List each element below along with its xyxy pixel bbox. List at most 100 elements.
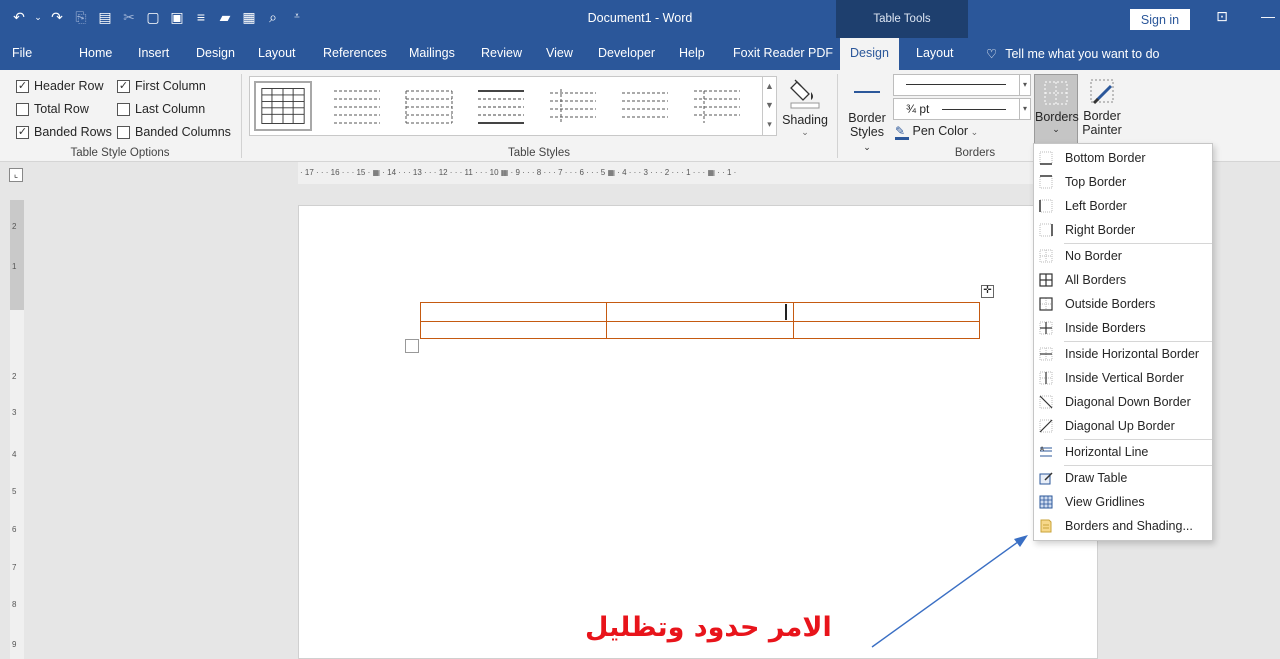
chevron-down-icon: ⌄ xyxy=(863,142,871,152)
border-painter-icon xyxy=(1090,79,1114,105)
chevron-down-icon: ▾ xyxy=(1019,75,1030,95)
borders-icon xyxy=(1044,81,1068,105)
tell-me-text: Tell me what you want to do xyxy=(1005,47,1160,61)
document-title: Document1 - Word xyxy=(587,11,693,25)
table-resize-handle[interactable] xyxy=(405,339,419,353)
line-style-dropdown[interactable]: ▾ xyxy=(893,74,1031,96)
print-layout-icon[interactable]: ▦ xyxy=(240,8,258,26)
menu-item-horizontal-line[interactable]: A Horizontal Line xyxy=(1034,440,1212,464)
table-style-column-thumb[interactable] xyxy=(544,81,602,131)
tab-layout[interactable]: Layout xyxy=(258,46,296,60)
table-move-handle-icon[interactable]: ✛ xyxy=(981,285,994,298)
table-styles-label: Table Styles xyxy=(507,147,570,159)
first-column-checkbox[interactable]: ✓ First Column xyxy=(117,79,206,93)
menu-item-inside-vertical-border[interactable]: Inside Vertical Border xyxy=(1034,366,1212,390)
tab-table-design[interactable]: Design xyxy=(840,38,899,70)
tab-table-layout[interactable]: Layout xyxy=(916,46,954,60)
annotation-arrow xyxy=(871,535,1028,648)
table-style-list-2-thumb[interactable] xyxy=(688,81,746,131)
tab-developer[interactable]: Developer xyxy=(598,46,655,60)
customize-qat-icon[interactable]: ⩡ xyxy=(288,8,306,26)
table-style-grid-thumb[interactable] xyxy=(254,81,312,131)
pen-color-button[interactable]: ✎ Pen Color ⌄ xyxy=(895,124,978,140)
gallery-more-icon[interactable]: ▾ xyxy=(763,115,776,134)
chevron-down-icon: ▾ xyxy=(1019,99,1030,119)
menu-item-bottom-border[interactable]: Bottom Border xyxy=(1034,146,1212,170)
quick-access-toolbar: ↶ ⌄ ↷ ⎘ ▤ ✂ ▢ ▣ ≡ ▰ ▦ ⌕ ⩡ xyxy=(10,8,306,26)
border-styles-button[interactable]: Border Styles ⌄ xyxy=(846,80,888,153)
ribbon-display-options-icon[interactable]: ⊡ xyxy=(1212,8,1232,25)
checkmark-icon: ✓ xyxy=(16,125,29,139)
right-border-icon xyxy=(1039,223,1053,237)
banded-columns-checkbox[interactable]: Banded Columns xyxy=(117,125,231,139)
minimize-icon[interactable]: — xyxy=(1258,8,1278,24)
table-style-light-grid-thumb[interactable] xyxy=(400,81,458,131)
borders-and-shading-icon xyxy=(1040,519,1052,533)
diagonal-down-border-icon xyxy=(1039,395,1053,409)
total-row-checkbox[interactable]: Total Row xyxy=(16,102,89,116)
tab-references[interactable]: References xyxy=(323,46,387,60)
new-document-icon[interactable]: ▢ xyxy=(144,8,162,26)
undo-icon[interactable]: ↶ xyxy=(10,8,28,26)
horizontal-ruler[interactable]: · 17 · · · 16 · · · 15 · ▦ · 14 · · · 13… xyxy=(298,162,1038,184)
tab-foxit-reader-pdf[interactable]: Foxit Reader PDF xyxy=(733,46,833,60)
view-gridlines-icon xyxy=(1039,495,1053,509)
tab-view[interactable]: View xyxy=(546,46,573,60)
save-icon[interactable]: ▣ xyxy=(168,8,186,26)
tell-me-box[interactable]: ♡ Tell me what you want to do xyxy=(986,46,1159,61)
sign-in-button[interactable]: Sign in xyxy=(1130,9,1190,30)
menu-item-inside-borders[interactable]: Inside Borders xyxy=(1034,316,1212,340)
checkmark-icon: ✓ xyxy=(16,79,29,93)
gallery-up-icon[interactable]: ▲ xyxy=(763,77,776,96)
borders-button[interactable]: Borders ⌄ xyxy=(1034,74,1079,144)
undo-dropdown-icon[interactable]: ⌄ xyxy=(34,8,42,26)
tab-design[interactable]: Design xyxy=(196,46,235,60)
border-style-icon xyxy=(854,91,880,93)
header-row-checkbox[interactable]: ✓ Header Row xyxy=(16,79,103,93)
table-style-options-label: Table Style Options xyxy=(70,147,170,159)
paint-bucket-icon xyxy=(790,79,820,109)
cut-icon[interactable]: ✂ xyxy=(120,8,138,26)
table-style-plain-thumb[interactable] xyxy=(328,81,386,131)
tab-review[interactable]: Review xyxy=(481,46,522,60)
line-weight-dropdown[interactable]: ¾ pt ▾ xyxy=(893,98,1031,120)
menu-item-top-border[interactable]: Top Border xyxy=(1034,170,1212,194)
menu-item-left-border[interactable]: Left Border xyxy=(1034,194,1212,218)
paste-icon[interactable]: ▤ xyxy=(96,8,114,26)
open-folder-icon[interactable]: ▰ xyxy=(216,8,234,26)
tab-mailings[interactable]: Mailings xyxy=(409,46,455,60)
copy-icon[interactable]: ⎘ xyxy=(72,8,90,26)
border-painter-button[interactable]: Border Painter xyxy=(1082,76,1122,137)
tab-insert[interactable]: Insert xyxy=(138,46,169,60)
vertical-ruler[interactable]: 2 1 2 3 4 5 6 7 8 9 xyxy=(10,200,24,659)
menu-item-borders-and-shading[interactable]: Borders and Shading... xyxy=(1034,514,1212,538)
tab-help[interactable]: Help xyxy=(679,46,705,60)
document-table[interactable] xyxy=(420,302,980,339)
menu-item-no-border[interactable]: No Border xyxy=(1034,244,1212,268)
bottom-border-icon xyxy=(1039,151,1053,165)
menu-item-all-borders[interactable]: All Borders xyxy=(1034,268,1212,292)
menu-item-draw-table[interactable]: Draw Table xyxy=(1034,466,1212,490)
tab-home[interactable]: Home xyxy=(79,46,112,60)
redo-icon[interactable]: ↷ xyxy=(48,8,66,26)
gallery-down-icon[interactable]: ▼ xyxy=(763,96,776,115)
menu-item-right-border[interactable]: Right Border xyxy=(1034,218,1212,242)
shading-button[interactable]: Shading ⌄ xyxy=(780,76,830,138)
horizontal-line-icon: A xyxy=(1040,446,1052,457)
table-style-header-thumb[interactable] xyxy=(472,81,530,131)
menu-item-outside-borders[interactable]: Outside Borders xyxy=(1034,292,1212,316)
gallery-scroll[interactable]: ▲ ▼ ▾ xyxy=(762,77,776,135)
banded-rows-checkbox[interactable]: ✓ Banded Rows xyxy=(16,125,112,139)
align-icon[interactable]: ≡ xyxy=(192,8,210,26)
menu-item-view-gridlines[interactable]: View Gridlines xyxy=(1034,490,1212,514)
tab-file[interactable]: File xyxy=(12,46,32,60)
no-border-icon xyxy=(1039,249,1053,263)
print-preview-icon[interactable]: ⌕ xyxy=(264,8,282,26)
menu-item-diagonal-down-border[interactable]: Diagonal Down Border xyxy=(1034,390,1212,414)
last-column-checkbox[interactable]: Last Column xyxy=(117,102,205,116)
left-border-icon xyxy=(1039,199,1053,213)
tab-selector[interactable]: ⌞ xyxy=(9,168,23,182)
table-style-list-thumb[interactable] xyxy=(616,81,674,131)
menu-item-diagonal-up-border[interactable]: Diagonal Up Border xyxy=(1034,414,1212,438)
menu-item-inside-horizontal-border[interactable]: Inside Horizontal Border xyxy=(1034,342,1212,366)
